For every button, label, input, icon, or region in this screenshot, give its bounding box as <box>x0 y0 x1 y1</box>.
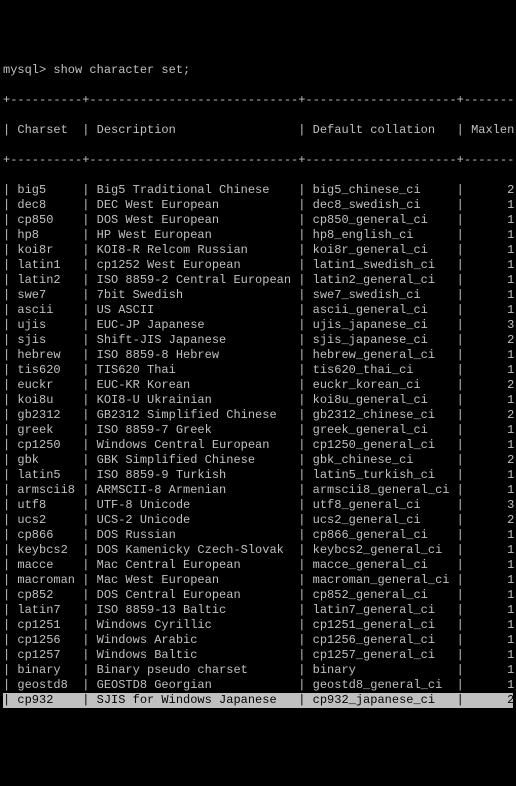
table-row: | ascii | US ASCII | ascii_general_ci | … <box>3 303 513 318</box>
table-header-row: | Charset | Description | Default collat… <box>3 123 513 138</box>
table-row: | tis620 | TIS620 Thai | tis620_thai_ci … <box>3 363 513 378</box>
table-row: | binary | Binary pseudo charset | binar… <box>3 663 513 678</box>
table-row: | euckr | EUC-KR Korean | euckr_korean_c… <box>3 378 513 393</box>
table-row: | ucs2 | UCS-2 Unicode | ucs2_general_ci… <box>3 513 513 528</box>
table-row: | dec8 | DEC West European | dec8_swedis… <box>3 198 513 213</box>
table-row: | keybcs2 | DOS Kamenicky Czech-Slovak |… <box>3 543 513 558</box>
table-separator-top: +----------+----------------------------… <box>3 93 516 107</box>
table-row: | ujis | EUC-JP Japanese | ujis_japanese… <box>3 318 513 333</box>
table-row: | geostd8 | GEOSTD8 Georgian | geostd8_g… <box>3 678 513 693</box>
table-row: | cp1250 | Windows Central European | cp… <box>3 438 513 453</box>
table-row: | utf8 | UTF-8 Unicode | utf8_general_ci… <box>3 498 513 513</box>
table-body: | big5 | Big5 Traditional Chinese | big5… <box>3 183 513 708</box>
table-row: | swe7 | 7bit Swedish | swe7_swedish_ci … <box>3 288 513 303</box>
table-row: | koi8u | KOI8-U Ukrainian | koi8u_gener… <box>3 393 513 408</box>
table-row: | armscii8 | ARMSCII-8 Armenian | armsci… <box>3 483 513 498</box>
table-row: | big5 | Big5 Traditional Chinese | big5… <box>3 183 513 198</box>
table-row: | koi8r | KOI8-R Relcom Russian | koi8r_… <box>3 243 513 258</box>
table-row: | cp1257 | Windows Baltic | cp1257_gener… <box>3 648 513 663</box>
table-row: | greek | ISO 8859-7 Greek | greek_gener… <box>3 423 513 438</box>
table-row: | hp8 | HP West European | hp8_english_c… <box>3 228 513 243</box>
table-row: | cp1251 | Windows Cyrillic | cp1251_gen… <box>3 618 513 633</box>
table-row: | cp850 | DOS West European | cp850_gene… <box>3 213 513 228</box>
table-row: | gbk | GBK Simplified Chinese | gbk_chi… <box>3 453 513 468</box>
table-row: | cp866 | DOS Russian | cp866_general_ci… <box>3 528 513 543</box>
table-row: | macce | Mac Central European | macce_g… <box>3 558 513 573</box>
table-separator-mid: +----------+----------------------------… <box>3 153 516 167</box>
mysql-prompt[interactable]: mysql> show character set; <box>3 63 190 77</box>
table-row: | latin7 | ISO 8859-13 Baltic | latin7_g… <box>3 603 513 618</box>
table-row: | latin2 | ISO 8859-2 Central European |… <box>3 273 513 288</box>
table-row: | sjis | Shift-JIS Japanese | sjis_japan… <box>3 333 513 348</box>
table-row: | gb2312 | GB2312 Simplified Chinese | g… <box>3 408 513 423</box>
table-row: | cp852 | DOS Central European | cp852_g… <box>3 588 513 603</box>
table-row: | latin5 | ISO 8859-9 Turkish | latin5_t… <box>3 468 513 483</box>
table-row: | hebrew | ISO 8859-8 Hebrew | hebrew_ge… <box>3 348 513 363</box>
table-row: | cp1256 | Windows Arabic | cp1256_gener… <box>3 633 513 648</box>
table-row: | cp932 | SJIS for Windows Japanese | cp… <box>3 693 513 708</box>
table-row: | latin1 | cp1252 West European | latin1… <box>3 258 513 273</box>
table-row: | macroman | Mac West European | macroma… <box>3 573 513 588</box>
